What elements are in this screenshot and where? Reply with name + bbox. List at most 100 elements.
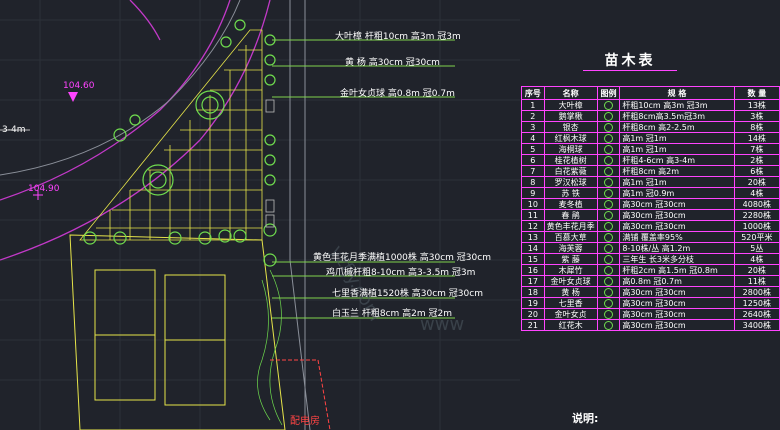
plant-symbol-icon xyxy=(604,122,613,132)
row-quantity: 20株 xyxy=(733,264,780,276)
row-name: 金叶女贞球 xyxy=(543,275,598,287)
nursery-stock-table: 序号 名称 图例 规 格 数 量 1 大叶樟 杆粗10cm 高3m 冠3m 13株 2 鹅… xyxy=(521,86,780,331)
row-spec: 杆粗10cm 高3m 冠3m xyxy=(619,99,735,111)
row-quantity: 2株 xyxy=(733,154,780,166)
row-quantity: 4株 xyxy=(733,253,780,265)
row-name: 罗汉松球 xyxy=(543,176,598,188)
plant-symbol-icon xyxy=(604,276,613,286)
row-name: 大叶樟 xyxy=(543,99,598,111)
table-row: 15 紫 藤 三年生 长3米多分枝 4株 xyxy=(521,253,780,265)
table-row: 12 黄色丰花月季 高30cm 冠30cm 1000株 xyxy=(521,220,780,232)
label-magnolia: 白玉兰 杆粗8cm 高2m 冠2m xyxy=(332,309,453,319)
row-name: 黄色丰花月季 xyxy=(543,220,598,232)
row-name: 七里香 xyxy=(543,297,598,309)
row-name: 百慕大草 xyxy=(543,231,598,243)
row-index: 3 xyxy=(521,121,545,133)
table-row: 19 七里香 高30cm 冠30cm 1250株 xyxy=(521,297,780,309)
row-index: 4 xyxy=(521,132,545,144)
row-legend-symbol xyxy=(596,242,621,254)
row-index: 9 xyxy=(521,187,545,199)
row-quantity: 3株 xyxy=(733,110,780,122)
row-spec: 8-10株/丛 高1.2m xyxy=(619,242,735,254)
row-quantity: 8株 xyxy=(733,121,780,133)
row-name: 黄 杨 xyxy=(543,286,598,298)
row-name: 木犀竹 xyxy=(543,264,598,276)
row-name: 金叶女贞 xyxy=(543,308,598,320)
row-index: 1 xyxy=(521,99,545,111)
row-name: 紫 藤 xyxy=(543,253,598,265)
row-quantity: 520平米 xyxy=(733,231,780,243)
row-quantity: 13株 xyxy=(733,99,780,111)
row-quantity: 2640株 xyxy=(733,308,780,320)
plant-symbol-icon xyxy=(604,320,613,330)
row-index: 18 xyxy=(521,286,545,298)
table-row: 20 金叶女贞 高30cm 冠30cm 2640株 xyxy=(521,308,780,320)
plant-symbol-icon xyxy=(604,111,613,121)
row-name: 红枫木球 xyxy=(543,132,598,144)
row-legend-symbol xyxy=(596,231,621,243)
tree-symbols xyxy=(83,19,277,267)
row-spec: 杆粗8cm 高2-2.5m xyxy=(619,121,735,133)
notes-title: 说明: xyxy=(572,412,599,425)
row-legend-symbol xyxy=(596,165,621,177)
header-name: 名称 xyxy=(543,86,598,100)
row-name: 苏 铁 xyxy=(543,187,598,199)
row-name: 鹅掌楸 xyxy=(543,110,598,122)
row-spec: 杆粗8cm 高2m xyxy=(619,165,735,177)
plant-symbol-icon xyxy=(604,265,613,275)
table-row: 5 海桐球 高1m 冠1m 7株 xyxy=(521,143,780,155)
row-legend-symbol xyxy=(596,286,621,298)
row-index: 2 xyxy=(521,110,545,122)
row-legend-symbol xyxy=(596,275,621,287)
table-row: 1 大叶樟 杆粗10cm 高3m 冠3m 13株 xyxy=(521,99,780,111)
row-spec: 满铺 覆盖率95% xyxy=(619,231,735,243)
row-index: 12 xyxy=(521,220,545,232)
row-name: 白花紫薇 xyxy=(543,165,598,177)
row-legend-symbol xyxy=(596,264,621,276)
row-legend-symbol xyxy=(596,319,621,331)
row-quantity: 2800株 xyxy=(733,286,780,298)
header-quantity: 数 量 xyxy=(733,86,780,100)
table-row: 14 海芙蓉 8-10株/丛 高1.2m 5丛 xyxy=(521,242,780,254)
row-spec: 杆粗4-6cm 高3-4m xyxy=(619,154,735,166)
row-name: 红花木 xyxy=(543,319,598,331)
plant-symbol-icon xyxy=(604,221,613,231)
row-legend-symbol xyxy=(596,132,621,144)
row-name: 春 鹃 xyxy=(543,209,598,221)
table-row: 4 红枫木球 高1m 冠1m 14株 xyxy=(521,132,780,144)
row-quantity: 1250株 xyxy=(733,297,780,309)
plant-symbol-icon xyxy=(604,232,613,242)
row-index: 11 xyxy=(521,209,545,221)
row-spec: 高30cm 冠30cm xyxy=(619,286,735,298)
row-spec: 高30cm 冠30cm xyxy=(619,297,735,309)
table-row: 6 桂花植树 杆粗4-6cm 高3-4m 2株 xyxy=(521,154,780,166)
row-spec: 高30cm 冠30cm xyxy=(619,220,735,232)
plant-symbol-icon xyxy=(604,177,613,187)
row-quantity: 2280株 xyxy=(733,209,780,221)
header-spec: 规 格 xyxy=(619,86,735,100)
row-spec: 高0.8m 冠0.7m xyxy=(619,275,735,287)
power-room-label: 配电房 xyxy=(290,416,320,427)
label-privet-ball: 金叶女贞球 高0.8m 冠0.7m xyxy=(340,89,455,99)
row-legend-symbol xyxy=(596,143,621,155)
row-index: 7 xyxy=(521,165,545,177)
shrub-hedge xyxy=(257,269,283,426)
row-name: 海芙蓉 xyxy=(543,242,598,254)
row-legend-symbol xyxy=(596,110,621,122)
plant-symbol-icon xyxy=(604,210,613,220)
table-row: 18 黄 杨 高30cm 冠30cm 2800株 xyxy=(521,286,780,298)
row-spec: 高1m 冠1m xyxy=(619,132,735,144)
label-camphor: 大叶樟 杆粗10cm 高3m 冠3m xyxy=(335,32,461,42)
plant-symbol-icon xyxy=(604,199,613,209)
row-index: 5 xyxy=(521,143,545,155)
plant-symbol-icon xyxy=(604,254,613,264)
header-index: 序号 xyxy=(521,86,545,100)
row-spec: 高1m 冠1m xyxy=(619,143,735,155)
plant-symbol-icon xyxy=(604,100,613,110)
plaza-grid xyxy=(79,29,263,241)
plant-symbol-icon xyxy=(604,133,613,143)
row-index: 8 xyxy=(521,176,545,188)
dimension-label: 3-4m xyxy=(2,125,26,135)
row-index: 15 xyxy=(521,253,545,265)
plant-symbol-icon xyxy=(604,309,613,319)
